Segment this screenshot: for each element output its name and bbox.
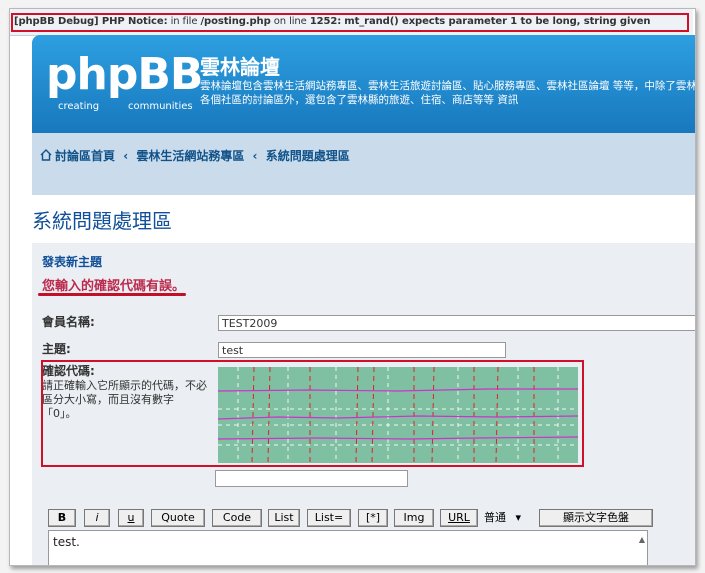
site-description: 雲林論壇包含雲林生活網站務專區、雲林生活旅遊討論區、貼心服務專區、雲林社區論壇 … — [200, 80, 696, 106]
logo-text: phpBB — [46, 49, 203, 100]
phpbb-logo[interactable]: phpBB creating communities — [46, 49, 203, 113]
list-button[interactable]: List — [268, 509, 300, 527]
breadcrumb-separator: ‹ — [123, 149, 129, 163]
breadcrumb-subforum[interactable]: 系統問題處理區 — [266, 149, 350, 163]
browser-frame: [phpBB Debug] PHP Notice: in file /posti… — [9, 8, 696, 566]
username-field[interactable]: TEST2009 — [218, 315, 695, 331]
underline-button[interactable]: u — [118, 509, 144, 527]
bold-button[interactable]: B — [48, 509, 76, 527]
site-title: 雲林論壇 — [200, 55, 280, 79]
font-size-select[interactable]: 普通 ▾ — [484, 509, 534, 527]
error-message: 您輸入的確認代碼有誤。 — [42, 279, 186, 294]
post-section-title: 發表新主題 — [42, 255, 103, 269]
chevron-down-icon: ▾ — [515, 511, 522, 524]
subject-field[interactable]: test — [218, 342, 506, 358]
breadcrumb: 討論區首頁 ‹ 雲林生活網站務專區 ‹ 系統問題處理區 — [40, 147, 354, 164]
post-form-panel: 發表新主題 您輸入的確認代碼有誤。 會員名稱: TEST2009 主題: tes… — [32, 243, 695, 565]
page-title[interactable]: 系統問題處理區 — [32, 205, 172, 234]
breadcrumb-forum[interactable]: 雲林生活網站務專區 — [136, 149, 244, 163]
debug-highlight-box — [11, 13, 689, 32]
code-button[interactable]: Code — [212, 509, 262, 527]
site-header: phpBB creating communities 雲林論壇 雲林論壇包含雲林… — [32, 35, 696, 133]
list-item-button[interactable]: [*] — [358, 509, 388, 527]
font-size-value: 普通 — [484, 511, 506, 524]
breadcrumb-separator: ‹ — [252, 149, 258, 163]
message-text: test. — [53, 535, 80, 549]
error-underline — [38, 293, 186, 296]
confirm-code-input[interactable] — [215, 470, 408, 487]
logo-sub-communities: communities — [128, 101, 193, 112]
ordered-list-button[interactable]: List= — [307, 509, 351, 527]
home-icon — [40, 149, 52, 161]
confirm-highlight-box — [41, 360, 584, 467]
scroll-up-icon[interactable]: ▲ — [639, 535, 645, 544]
debug-notice: [phpBB Debug] PHP Notice: in file /posti… — [10, 9, 693, 36]
username-label: 會員名稱: — [42, 315, 95, 329]
breadcrumb-home[interactable]: 討論區首頁 — [55, 149, 115, 163]
quote-button[interactable]: Quote — [151, 509, 205, 527]
message-textarea[interactable]: test. ▲ — [48, 530, 648, 565]
subject-label: 主題: — [42, 342, 71, 356]
color-palette-button[interactable]: 顯示文字色盤 — [539, 509, 653, 527]
img-button[interactable]: Img — [394, 509, 434, 527]
navbar: 討論區首頁 ‹ 雲林生活網站務專區 ‹ 系統問題處理區 — [32, 133, 695, 195]
logo-sub-creating: creating — [58, 101, 100, 112]
url-button[interactable]: URL — [440, 509, 478, 527]
italic-button[interactable]: i — [84, 509, 110, 527]
